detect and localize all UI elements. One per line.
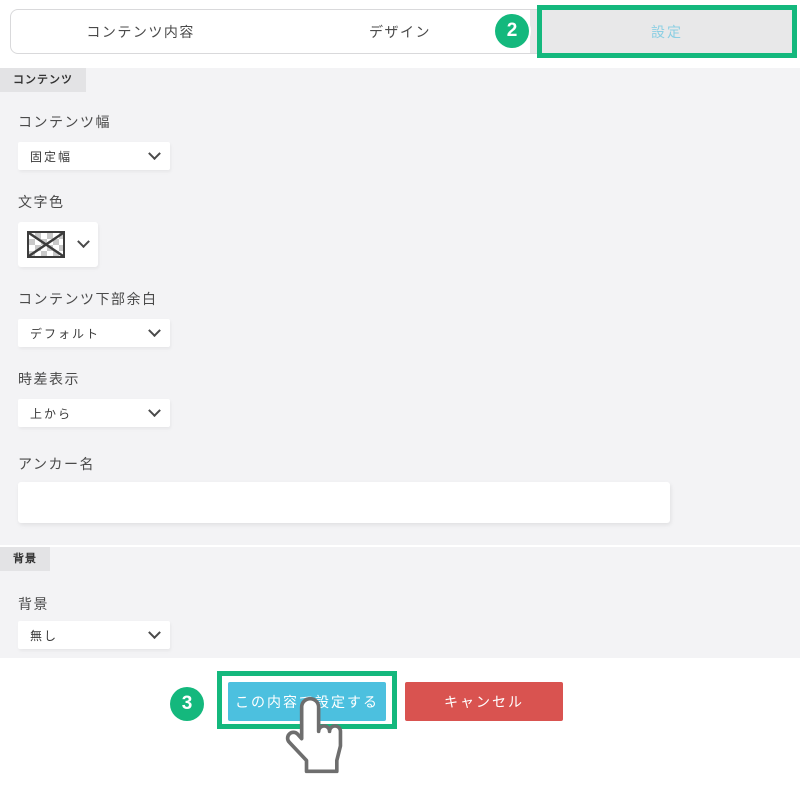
- chevron-down-icon: [148, 404, 161, 417]
- background-label: 背景: [18, 594, 49, 614]
- time-display-select[interactable]: 上から: [18, 399, 170, 427]
- anchor-name-input[interactable]: [18, 482, 670, 523]
- text-color-picker[interactable]: [18, 222, 98, 267]
- background-select[interactable]: 無し: [18, 621, 170, 649]
- text-color-label: 文字色: [18, 192, 65, 212]
- section-header-content: コンテンツ: [0, 68, 86, 92]
- content-width-select[interactable]: 固定幅: [18, 142, 170, 170]
- transparent-color-swatch: [27, 231, 65, 258]
- submit-button[interactable]: この内容で設定する: [228, 682, 386, 721]
- content-width-label: コンテンツ幅: [18, 112, 111, 132]
- chevron-down-icon: [77, 235, 90, 248]
- chevron-down-icon: [148, 626, 161, 639]
- background-value: 無し: [30, 627, 58, 644]
- step-2-badge: 2: [495, 14, 529, 48]
- bottom-margin-select[interactable]: デフォルト: [18, 319, 170, 347]
- content-width-value: 固定幅: [30, 148, 72, 165]
- tab-content[interactable]: コンテンツ内容: [11, 10, 270, 53]
- time-display-label: 時差表示: [18, 369, 80, 389]
- time-display-value: 上から: [30, 405, 72, 422]
- tab-design[interactable]: デザイン: [270, 10, 529, 53]
- section-header-background: 背景: [0, 547, 50, 571]
- bottom-margin-label: コンテンツ下部余白: [18, 289, 158, 309]
- cancel-button[interactable]: キャンセル: [405, 682, 563, 721]
- tab-settings[interactable]: 設定: [537, 5, 797, 58]
- chevron-down-icon: [148, 324, 161, 337]
- anchor-name-label: アンカー名: [18, 454, 95, 474]
- bottom-margin-value: デフォルト: [30, 325, 100, 342]
- chevron-down-icon: [148, 147, 161, 160]
- step-3-badge: 3: [170, 687, 204, 721]
- section-divider: [0, 545, 800, 547]
